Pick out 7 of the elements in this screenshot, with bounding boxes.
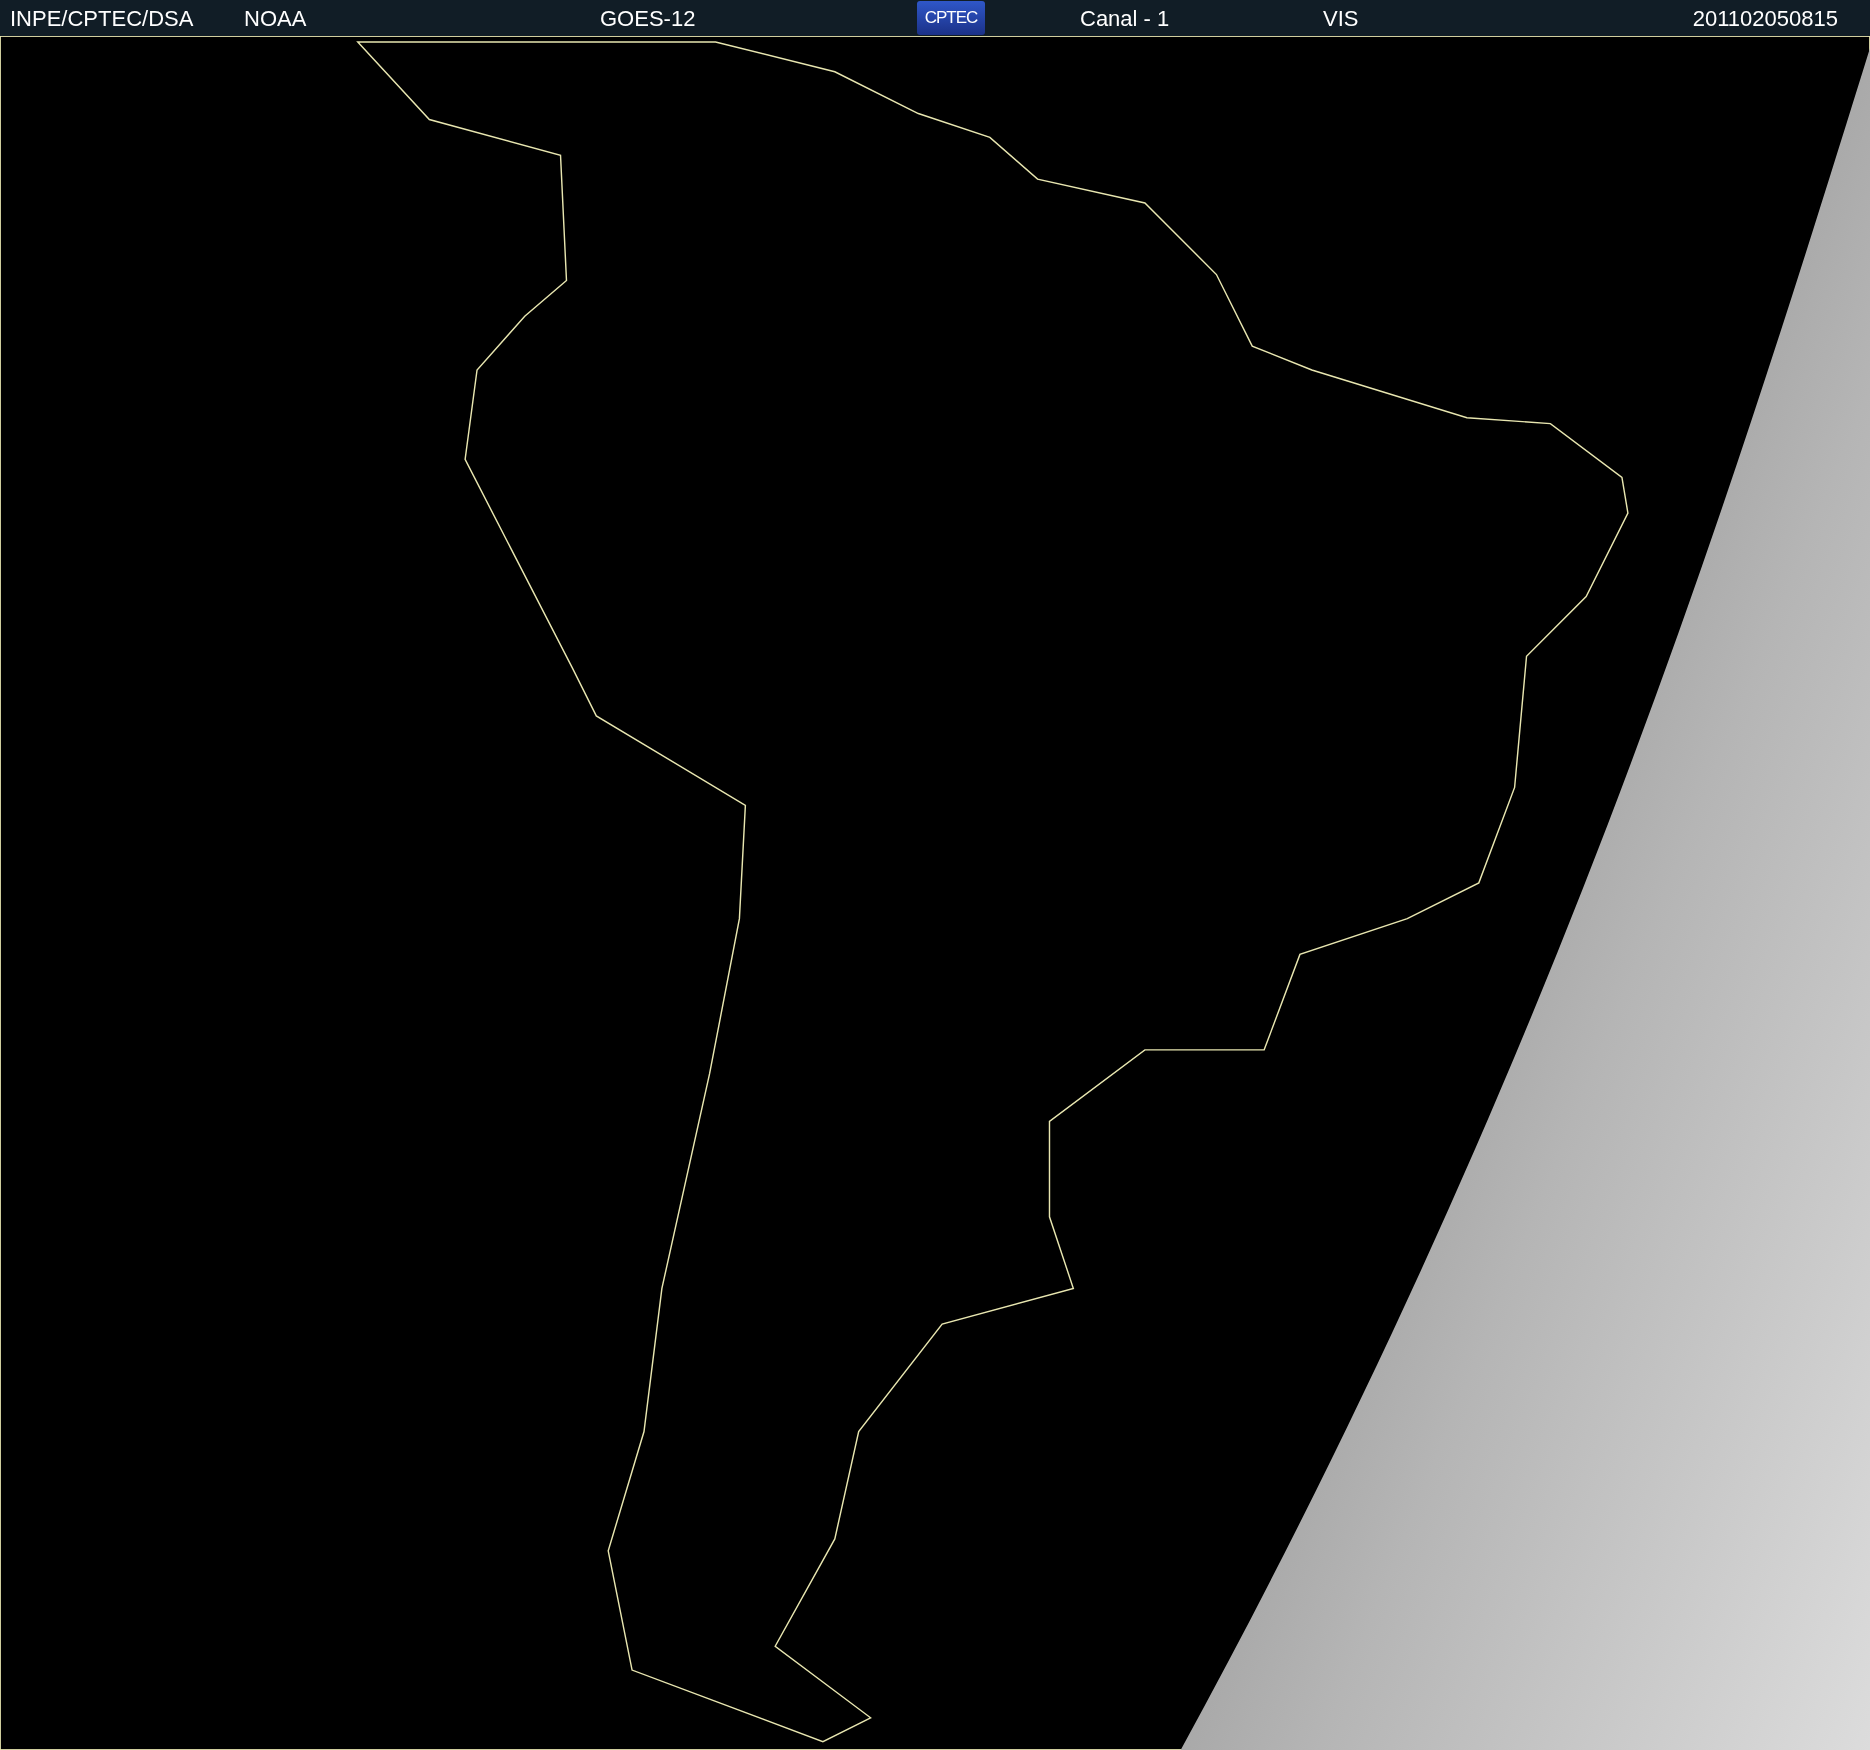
logo: CPTEC (917, 1, 985, 35)
header-label: NOAA (244, 5, 307, 31)
header-label: VIS (1323, 5, 1359, 31)
header-label: Canal - 1 (1080, 5, 1170, 31)
header-label: INPE/CPTEC/DSA (10, 5, 194, 31)
header-label: 201102050815 (1692, 5, 1838, 31)
header-label: GOES-12 (600, 5, 696, 31)
